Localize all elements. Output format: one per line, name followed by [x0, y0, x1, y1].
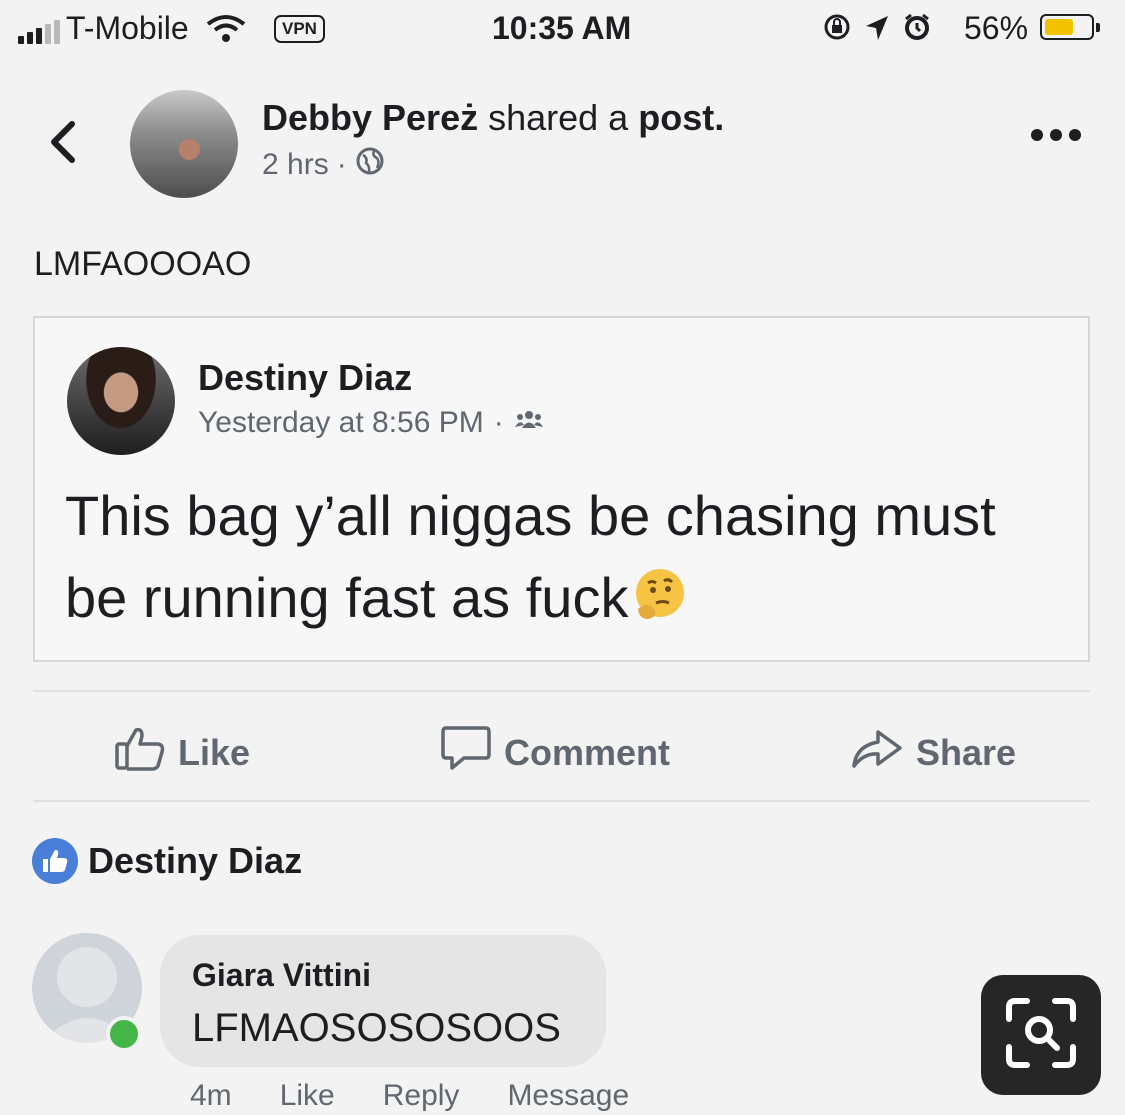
comment-reply-link[interactable]: Reply: [383, 1079, 460, 1113]
comment-time: 4m: [190, 1079, 232, 1112]
like-button[interactable]: Like: [114, 724, 250, 781]
comment-text: LFMAOSOSOSOOS: [192, 1006, 561, 1050]
thinking-face-emoji: [630, 563, 688, 645]
shared-action-text: shared a: [488, 97, 629, 138]
battery-percent: 56%: [964, 10, 1029, 46]
wifi-icon: [206, 14, 246, 52]
comment-button[interactable]: Comment: [440, 724, 670, 781]
divider: [33, 690, 1090, 692]
comment-actions: 4m Like Reply Message: [190, 1079, 629, 1113]
divider: [33, 800, 1090, 802]
visual-search-icon: [1005, 997, 1077, 1074]
comment-message-link[interactable]: Message: [507, 1079, 629, 1113]
more-options-icon[interactable]: [1030, 128, 1082, 147]
like-reaction-icon: [32, 838, 78, 884]
comment-like-link[interactable]: Like: [280, 1079, 335, 1113]
reactions-summary[interactable]: Destiny Diaz: [32, 838, 302, 884]
location-icon: [864, 13, 890, 50]
back-chevron-icon[interactable]: [44, 120, 80, 169]
status-time: 10:35 AM: [492, 10, 632, 46]
poster-name[interactable]: Debby Pereż: [262, 97, 478, 138]
shared-post-text: This bag y’all niggas be chasing must be…: [65, 475, 1045, 645]
rotation-lock-icon: [822, 12, 852, 50]
carrier-label: T-Mobile: [66, 10, 189, 46]
online-status-indicator: [106, 1016, 142, 1052]
post-meta: 2 hrs ·: [262, 146, 385, 184]
shared-author-avatar[interactable]: [67, 347, 175, 455]
alarm-icon: [902, 12, 932, 50]
friends-icon: [514, 406, 544, 440]
shared-post-meta: Yesterday at 8:56 PM ·: [198, 406, 544, 440]
battery-icon: [1040, 14, 1100, 40]
share-button[interactable]: Share: [850, 724, 1016, 781]
thumbs-up-icon: [114, 724, 166, 781]
globe-icon: [355, 146, 385, 184]
status-bar: T-Mobile VPN 10:35 AM 56%: [0, 0, 1125, 60]
post-header-title: Debby Pereż shared a post.: [262, 97, 724, 139]
liked-by-name: Destiny Diaz: [88, 840, 303, 881]
shared-author-name[interactable]: Destiny Diaz: [198, 357, 412, 399]
post-link[interactable]: post.: [638, 97, 724, 138]
post-time: 2 hrs: [262, 148, 329, 181]
share-icon: [850, 724, 904, 781]
poster-avatar[interactable]: [130, 90, 238, 198]
signal-icon: [18, 20, 60, 44]
vpn-badge: VPN: [274, 15, 325, 43]
comment-icon: [440, 724, 492, 781]
visual-search-button[interactable]: [981, 975, 1101, 1095]
post-text: LMFAOOOAO: [34, 245, 252, 283]
commenter-name[interactable]: Giara Vittini: [192, 957, 371, 994]
shared-post-time: Yesterday at 8:56 PM: [198, 406, 484, 439]
